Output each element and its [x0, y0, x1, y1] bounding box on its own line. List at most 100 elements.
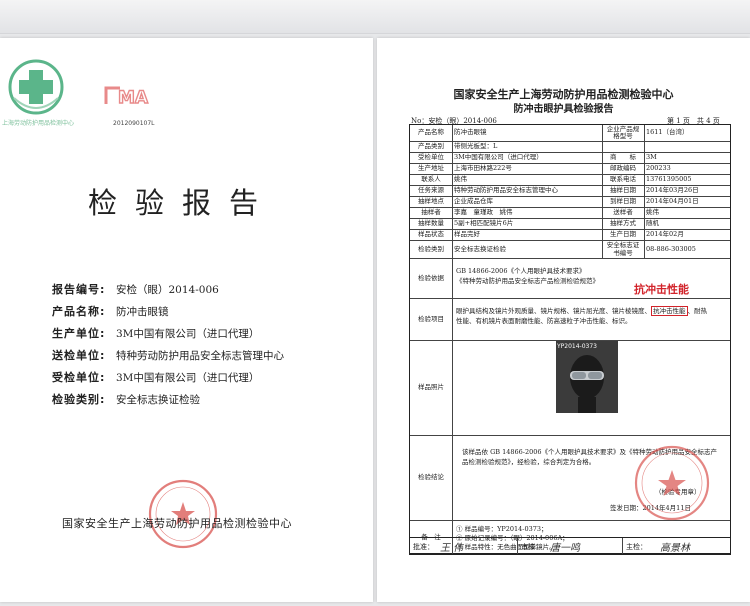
- row-value: 2014年03月26日: [646, 186, 699, 195]
- row-label: 产品名称: [418, 128, 444, 137]
- row-value: 样品完好: [454, 230, 480, 239]
- cover-issuing-org: 国家安全生产上海劳动防护用品检测检验中心: [62, 517, 292, 530]
- items-text-before: 眼护具结构及镜片外观质量、镜片规格、镜片屈光度、镜片棱镜度、: [456, 307, 651, 315]
- sample-photo: YP2014-0373: [556, 341, 618, 413]
- row-label: 安全标志证书编号: [606, 241, 640, 257]
- row-label: 检验结论: [418, 473, 444, 482]
- row-value: 08-886-303005: [646, 244, 696, 253]
- row-value: 特种劳动防护用品安全标志管理中心: [454, 186, 558, 195]
- mannequin-with-goggles-icon: [556, 341, 618, 413]
- row-label: 抽样者: [421, 208, 441, 217]
- items-text-after: 、耐热: [687, 307, 708, 315]
- cover-field: 报告编号: 安检（眼）2014-006: [52, 278, 284, 300]
- row-value: 5副+相匹配镜片6片: [454, 219, 514, 228]
- field-label: 受检单位:: [52, 371, 106, 384]
- row-label: 企业产品规格型号: [606, 124, 640, 140]
- inspection-seal-icon: [634, 445, 710, 521]
- report-page: 国家安全生产上海劳动防护用品检测检验中心 防冲击眼护具检验报告 No：安检（眼）…: [377, 38, 750, 602]
- row-label: 生产地址: [418, 164, 444, 173]
- table-row: 产品类别 带侧光板型：L: [410, 141, 730, 152]
- photo-sample-code: YP2014-0373: [557, 343, 597, 350]
- row-value: 安全标志换证检验: [454, 244, 506, 253]
- row-label: 到样日期: [610, 197, 636, 206]
- remark-item: ① 样品编号：YP2014-0373；: [456, 525, 548, 533]
- field-label: 送检单位:: [52, 349, 106, 362]
- table-row: 样品状态 样品完好 生产日期 2014年02月: [410, 229, 730, 240]
- cover-title: 检验报告: [88, 186, 277, 220]
- row-value: 李嘉 童瑾政 姚伟: [454, 208, 513, 217]
- row-value: 带侧光板型：L: [454, 142, 498, 151]
- row-value: 2014年02月: [646, 230, 684, 239]
- row-label: 联系电话: [610, 175, 636, 184]
- row-value: 姚伟: [454, 175, 467, 184]
- approve-label: 批准：: [413, 543, 434, 551]
- row-label: 商 标: [610, 153, 636, 162]
- cover-field: 受检单位: 3M中国有限公司（进口代理）: [52, 366, 284, 388]
- field-value: 安检（眼）2014-006: [116, 283, 219, 296]
- main-inspector-label: 主检：: [626, 543, 647, 551]
- logo-caption: 上海劳动防护用品检测中心: [2, 120, 75, 127]
- row-label: [602, 142, 644, 152]
- cover-fields: 报告编号: 安检（眼）2014-006 产品名称: 防冲击眼镜 生产单位: 3M…: [52, 278, 284, 410]
- review-label: 审核：: [521, 543, 542, 551]
- svg-text:MA: MA: [118, 88, 149, 108]
- field-value: 安全标志换证检验: [116, 393, 200, 406]
- table-row: 任务来源 特种劳动防护用品安全标志管理中心 抽样日期 2014年03月26日: [410, 185, 730, 196]
- viewer-toolbar: [0, 0, 750, 34]
- row-value: 防冲击眼镜: [454, 128, 487, 137]
- cover-field: 检验类别: 安全标志换证检验: [52, 388, 284, 410]
- row-label: 样品状态: [418, 230, 444, 239]
- row-label: 检验依据: [418, 273, 444, 282]
- table-row: 生产地址 上海市田林路222号 邮政编码 200233: [410, 163, 730, 174]
- row-label: 受检单位: [418, 153, 444, 162]
- row-label: 抽样日期: [610, 186, 636, 195]
- cover-field: 送检单位: 特种劳动防护用品安全标志管理中心: [52, 344, 284, 366]
- field-label: 报告编号:: [52, 283, 106, 296]
- row-label: 生产日期: [610, 230, 636, 239]
- cover-field: 生产单位: 3M中国有限公司（进口代理）: [52, 322, 284, 344]
- table-row: 联系人 姚伟 联系电话 13761395005: [410, 174, 730, 185]
- field-value: 3M中国有限公司（进口代理）: [116, 371, 260, 384]
- row-label: 检验类别: [418, 244, 444, 253]
- row-label: 样品照片: [418, 383, 444, 392]
- field-value: 防冲击眼镜: [116, 305, 169, 318]
- row-label: 抽样数量: [418, 219, 444, 228]
- main-inspector-signature: 高景林: [660, 543, 690, 554]
- row-label: 检验项目: [418, 314, 444, 323]
- approve-signature: 王 伟: [440, 543, 464, 554]
- row-label: 送样者: [613, 208, 633, 217]
- basis-standard: GB 14866-2006《个人用眼护具技术要求》: [456, 267, 586, 275]
- row-label: 联系人: [421, 175, 441, 184]
- signature-row: 批准： 王 伟 审核： 唐一鸣 主检： 高景林: [409, 537, 731, 555]
- items-row: 检验项目 眼护具结构及镜片外观质量、镜片规格、镜片屈光度、镜片棱镜度、 抗冲击性能…: [410, 298, 730, 340]
- row-value: 3M中国有限公司（进口代理）: [454, 153, 543, 162]
- cma-code: 2012090107L: [113, 120, 155, 127]
- field-label: 生产单位:: [52, 327, 106, 340]
- items-line-2: 性能、有机镜片表面耐磨性能、防高速粒子冲击性能、标识。: [456, 317, 632, 326]
- safety-cross-logo-icon: [8, 59, 64, 115]
- table-row: 受检单位 3M中国有限公司（进口代理） 商 标 3M: [410, 152, 730, 163]
- row-label: 产品类别: [418, 142, 444, 151]
- row-label: 抽样方式: [610, 219, 636, 228]
- row-value: [644, 142, 730, 152]
- row-label: 抽样地点: [418, 197, 444, 206]
- field-label: 产品名称:: [52, 305, 106, 318]
- table-row: 检验类别 安全标志换证检验 安全标志证书编号 08-886-303005: [410, 240, 730, 258]
- cma-logo-icon: MA: [104, 86, 150, 108]
- row-label: 任务来源: [418, 186, 444, 195]
- field-value: 3M中国有限公司（进口代理）: [116, 327, 260, 340]
- impact-highlight: 抗冲击性能: [651, 306, 688, 316]
- row-value: 2014年04月01日: [646, 197, 699, 206]
- row-value: 3M: [646, 153, 657, 162]
- row-value: 随机: [646, 219, 659, 228]
- row-value: 企业成品仓库: [454, 197, 493, 206]
- row-value: 上海市田林路222号: [454, 164, 512, 173]
- field-value: 特种劳动防护用品安全标志管理中心: [116, 349, 284, 362]
- row-value: 姚伟: [646, 208, 659, 217]
- table-row: 抽样数量 5副+相匹配镜片6片 抽样方式 随机: [410, 218, 730, 229]
- row-value: 13761395005: [646, 175, 692, 184]
- table-row: 抽样者 李嘉 童瑾政 姚伟 送样者 姚伟: [410, 207, 730, 218]
- field-label: 检验类别:: [52, 393, 106, 406]
- review-signature: 唐一鸣: [550, 543, 580, 554]
- row-label: 邮政编码: [610, 164, 636, 173]
